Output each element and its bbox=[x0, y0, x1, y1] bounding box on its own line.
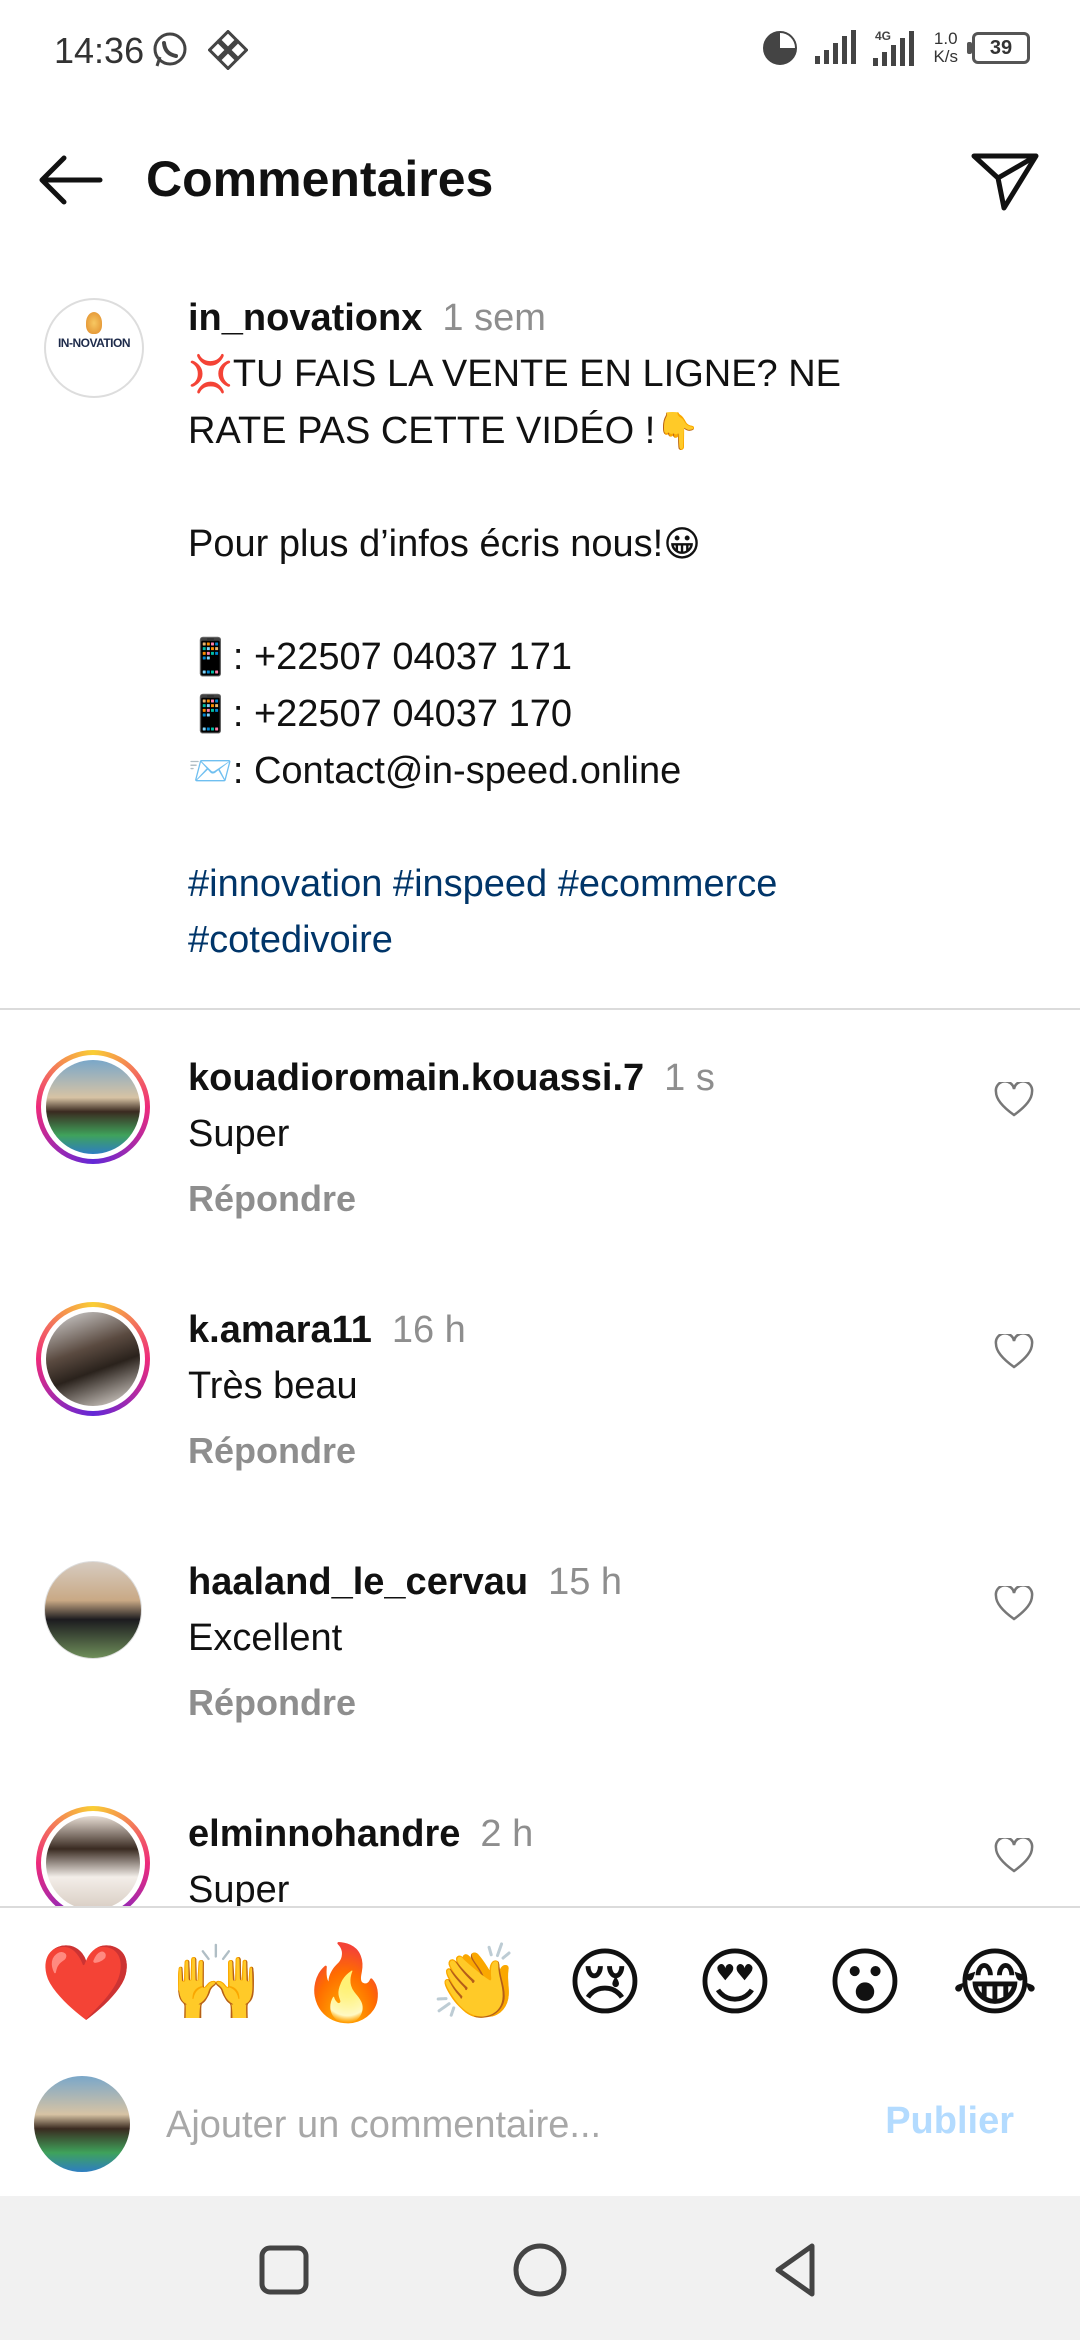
caption-phone-2: : +22507 04037 170 bbox=[232, 693, 572, 735]
post-username[interactable]: in_novationx bbox=[188, 297, 422, 339]
network-speed: 1.0 K/s bbox=[933, 30, 958, 66]
back-arrow-icon[interactable] bbox=[30, 148, 110, 212]
heart-icon[interactable] bbox=[994, 1334, 1034, 1370]
comment-username[interactable]: k.amara11 bbox=[188, 1309, 372, 1351]
app-header: Commentaires bbox=[0, 120, 1080, 240]
smile-emoji-icon: 😀 bbox=[663, 524, 701, 565]
signal-icon bbox=[815, 30, 857, 64]
comment-time: 16 h bbox=[391, 1309, 466, 1351]
network-type: 4G bbox=[875, 29, 891, 43]
phone-emoji-icon: 📱 bbox=[188, 637, 233, 678]
post-author-avatar[interactable]: IN-NOVATION bbox=[44, 298, 144, 398]
caption-line-3: Pour plus d’infos écris nous! bbox=[188, 523, 664, 565]
caption-phone-1: : +22507 04037 171 bbox=[232, 636, 572, 678]
quick-reactions-bar: ❤️ 🙌 🔥 👏 😢 😍 😮 😂 bbox=[0, 1906, 1080, 2054]
hashtags-line-1[interactable]: #innovation #inspeed #ecommerce bbox=[188, 856, 1048, 912]
comment-item: haaland_le_cervau 15 h Excellent Répondre bbox=[0, 1554, 1080, 1806]
send-icon[interactable] bbox=[968, 146, 1044, 216]
heart-icon[interactable] bbox=[994, 1586, 1034, 1622]
comment-text: Très beau bbox=[188, 1365, 358, 1407]
reaction-sad[interactable]: 😢 bbox=[560, 1938, 650, 2028]
comment-text: Super bbox=[188, 1113, 290, 1155]
pointing-down-emoji-icon: 👇 bbox=[655, 411, 701, 452]
caption-email: : Contact@in-speed.online bbox=[232, 750, 682, 792]
phone-emoji-icon: 📱 bbox=[188, 694, 233, 735]
reaction-laugh[interactable]: 😂 bbox=[950, 1938, 1040, 2028]
caption-line-1: TU FAIS LA VENTE EN LIGNE? NE bbox=[232, 353, 842, 395]
reaction-clap[interactable]: 👏 bbox=[430, 1938, 522, 2028]
data-saver-icon bbox=[763, 31, 798, 65]
nav-back-icon[interactable] bbox=[764, 2238, 828, 2302]
heart-icon[interactable] bbox=[994, 1082, 1034, 1118]
reply-button[interactable]: Répondre bbox=[188, 1430, 356, 1472]
binance-icon bbox=[208, 30, 248, 70]
comment-username[interactable]: kouadioromain.kouassi.7 bbox=[188, 1057, 644, 1099]
heart-icon[interactable] bbox=[994, 1838, 1034, 1874]
logo-bulb-icon bbox=[86, 312, 102, 334]
commenter-avatar[interactable] bbox=[44, 1561, 142, 1659]
comment-composer: Publier bbox=[0, 2052, 1080, 2196]
reaction-fire[interactable]: 🔥 bbox=[300, 1938, 392, 2028]
post-caption-body: in_novationx 1 sem 💢TU FAIS LA VENTE EN L… bbox=[188, 290, 1048, 968]
comment-item: kouadioromain.kouassi.7 1 s Super Répondr… bbox=[0, 1050, 1080, 1302]
battery-indicator: 39 bbox=[967, 32, 1030, 64]
reply-button[interactable]: Répondre bbox=[188, 1682, 356, 1724]
comment-time: 15 h bbox=[548, 1561, 623, 1603]
nav-home-icon[interactable] bbox=[508, 2238, 572, 2302]
reaction-heart-eyes[interactable]: 😍 bbox=[690, 1938, 780, 2028]
nav-recents-icon[interactable] bbox=[252, 2238, 316, 2302]
reaction-heart[interactable]: ❤️ bbox=[40, 1938, 132, 2028]
comment-item: elminnohandre 2 h Super bbox=[0, 1806, 1080, 1906]
publish-button[interactable]: Publier bbox=[885, 2100, 1014, 2143]
network-speed-unit: K/s bbox=[933, 47, 958, 66]
whatsapp-icon bbox=[153, 32, 187, 67]
comment-item: k.amara11 16 h Très beau Répondre bbox=[0, 1302, 1080, 1554]
reaction-raised-hands[interactable]: 🙌 bbox=[170, 1938, 262, 2028]
reaction-wow[interactable]: 😮 bbox=[820, 1938, 910, 2028]
avatar-logo-text: IN-NOVATION bbox=[57, 336, 131, 350]
status-time: 14:36 bbox=[54, 30, 145, 71]
comment-text: Excellent bbox=[188, 1617, 343, 1659]
comment-username[interactable]: haaland_le_cervau bbox=[188, 1561, 528, 1603]
status-right-icons: 4G 1.0 K/s 39 bbox=[761, 28, 1030, 68]
comment-username[interactable]: elminnohandre bbox=[188, 1813, 460, 1855]
system-nav-bar bbox=[0, 2196, 1080, 2340]
network-speed-value: 1.0 bbox=[933, 29, 958, 48]
commenter-avatar[interactable] bbox=[36, 1806, 150, 1906]
comment-input[interactable] bbox=[164, 2092, 868, 2158]
envelope-emoji-icon: 📨 bbox=[188, 751, 233, 792]
commenter-avatar[interactable] bbox=[36, 1050, 150, 1164]
caption-line-2: RATE PAS CETTE VIDÉO ! bbox=[188, 410, 656, 452]
post-caption: IN-NOVATION in_novationx 1 sem 💢TU FAIS L… bbox=[0, 285, 1080, 1005]
current-user-avatar bbox=[34, 2076, 130, 2172]
status-left-icons bbox=[150, 30, 248, 70]
comment-text: Super bbox=[188, 1869, 290, 1906]
hashtags-line-2[interactable]: #cotedivoire bbox=[188, 912, 1048, 968]
signal-4g-icon: 4G bbox=[873, 29, 915, 66]
caption-divider bbox=[0, 1008, 1080, 1010]
comment-time: 1 s bbox=[664, 1057, 715, 1099]
post-time: 1 sem bbox=[442, 297, 546, 339]
page-title: Commentaires bbox=[146, 151, 494, 207]
status-bar: 14:36 4G 1.0 K/s 39 bbox=[0, 0, 1080, 110]
comment-time: 2 h bbox=[480, 1813, 534, 1855]
reply-button[interactable]: Répondre bbox=[188, 1178, 356, 1220]
anger-emoji-icon: 💢 bbox=[188, 354, 233, 395]
commenter-avatar[interactable] bbox=[36, 1302, 150, 1416]
